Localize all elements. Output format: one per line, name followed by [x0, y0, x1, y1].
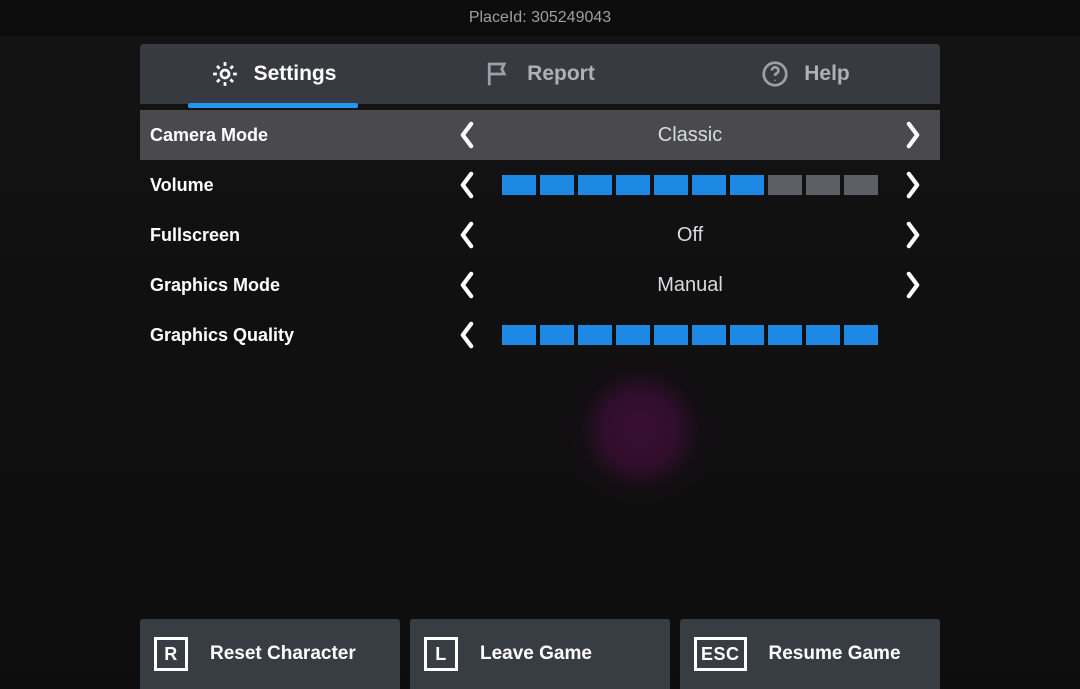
key-esc: ESC	[694, 637, 747, 671]
row-camera-mode: Camera Mode Classic	[140, 110, 940, 160]
graphics-quality-decrease[interactable]	[450, 318, 484, 352]
volume-decrease[interactable]	[450, 168, 484, 202]
graphics-quality-slider[interactable]	[484, 325, 896, 345]
tab-settings-label: Settings	[254, 62, 337, 86]
slider-segment[interactable]	[768, 175, 802, 195]
volume-increase[interactable]	[896, 168, 930, 202]
slider-segment[interactable]	[502, 325, 536, 345]
graphics-mode-prev[interactable]	[450, 268, 484, 302]
slider-segment[interactable]	[844, 325, 878, 345]
slider-segment[interactable]	[806, 325, 840, 345]
slider-segment[interactable]	[540, 175, 574, 195]
reset-character-button[interactable]: R Reset Character	[140, 619, 400, 689]
flag-icon	[483, 59, 513, 89]
camera-mode-label: Camera Mode	[150, 125, 450, 146]
slider-segment[interactable]	[730, 175, 764, 195]
volume-slider[interactable]	[484, 175, 896, 195]
volume-label: Volume	[150, 175, 450, 196]
slider-segment[interactable]	[654, 175, 688, 195]
help-icon	[760, 59, 790, 89]
slider-segment[interactable]	[692, 325, 726, 345]
reset-character-label: Reset Character	[210, 643, 356, 665]
camera-mode-prev[interactable]	[450, 118, 484, 152]
graphics-quality-label: Graphics Quality	[150, 325, 450, 346]
tab-bar: Settings Report Help	[140, 44, 940, 104]
slider-segment[interactable]	[540, 325, 574, 345]
slider-segment[interactable]	[768, 325, 802, 345]
slider-segment[interactable]	[502, 175, 536, 195]
resume-game-button[interactable]: ESC Resume Game	[680, 619, 940, 689]
graphics-mode-value: Manual	[484, 274, 896, 297]
gear-icon	[210, 59, 240, 89]
tab-underline	[188, 103, 358, 108]
camera-mode-next[interactable]	[896, 118, 930, 152]
fullscreen-next[interactable]	[896, 218, 930, 252]
slider-segment[interactable]	[578, 325, 612, 345]
fullscreen-label: Fullscreen	[150, 225, 450, 246]
slider-segment[interactable]	[654, 325, 688, 345]
footer-buttons: R Reset Character L Leave Game ESC Resum…	[140, 619, 940, 689]
leave-game-button[interactable]: L Leave Game	[410, 619, 670, 689]
row-fullscreen: Fullscreen Off	[140, 210, 940, 260]
camera-mode-value: Classic	[484, 124, 896, 147]
fullscreen-prev[interactable]	[450, 218, 484, 252]
slider-segment[interactable]	[616, 175, 650, 195]
leave-game-label: Leave Game	[480, 643, 592, 665]
graphics-mode-next[interactable]	[896, 268, 930, 302]
row-volume: Volume	[140, 160, 940, 210]
resume-game-label: Resume Game	[769, 643, 901, 665]
tab-help[interactable]: Help	[672, 44, 938, 104]
tab-settings[interactable]: Settings	[140, 44, 406, 104]
tab-report-label: Report	[527, 62, 595, 86]
settings-panel: Settings Report Help	[140, 44, 940, 360]
slider-segment[interactable]	[578, 175, 612, 195]
placeid-text: PlaceId: 305249043	[469, 9, 611, 27]
top-info-bar: PlaceId: 305249043	[0, 0, 1080, 36]
row-graphics-quality: Graphics Quality	[140, 310, 940, 360]
slider-segment[interactable]	[692, 175, 726, 195]
tab-report[interactable]: Report	[406, 44, 672, 104]
slider-segment[interactable]	[844, 175, 878, 195]
slider-segment[interactable]	[730, 325, 764, 345]
settings-rows: Camera Mode Classic Volume Fu	[140, 110, 940, 360]
graphics-mode-label: Graphics Mode	[150, 275, 450, 296]
tab-help-label: Help	[804, 62, 850, 86]
slider-segment[interactable]	[806, 175, 840, 195]
slider-segment[interactable]	[616, 325, 650, 345]
row-graphics-mode: Graphics Mode Manual	[140, 260, 940, 310]
key-l: L	[424, 637, 458, 671]
fullscreen-value: Off	[484, 224, 896, 247]
key-r: R	[154, 637, 188, 671]
